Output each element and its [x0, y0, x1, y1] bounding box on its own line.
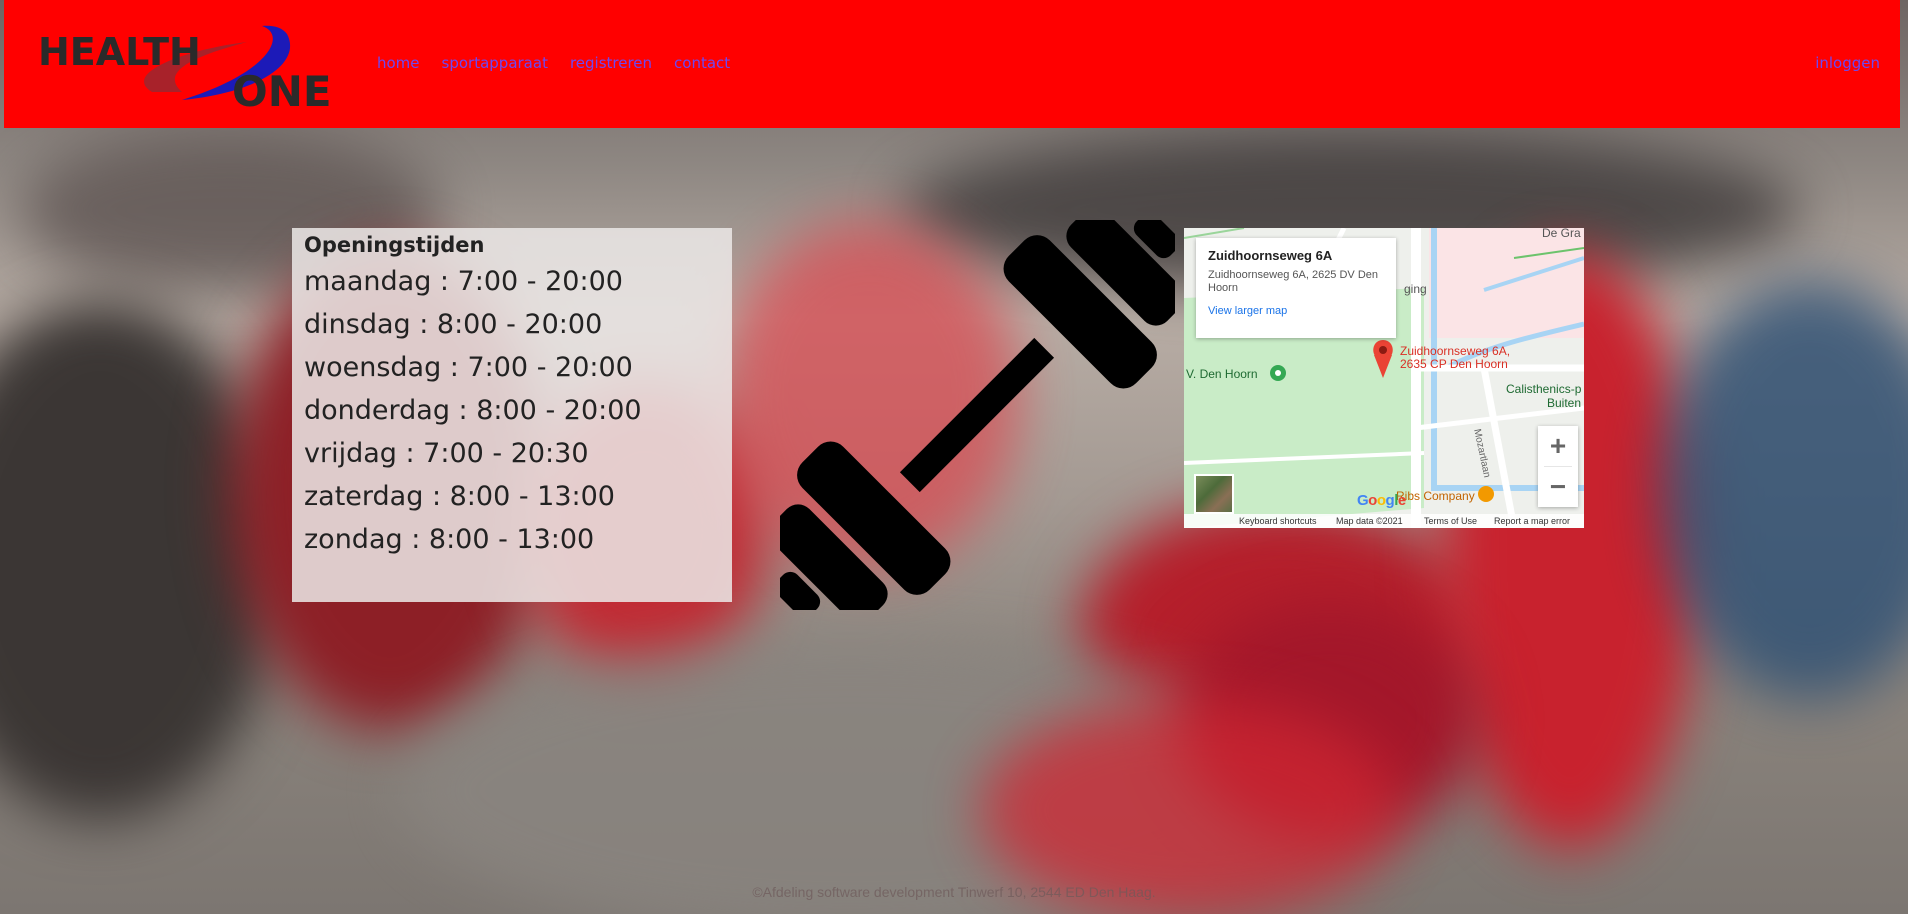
map-place-de-gra: De Gra: [1542, 228, 1581, 240]
map-place-ribs-company: Ribs Company: [1396, 489, 1475, 503]
map-place-buiten: Buiten: [1547, 396, 1582, 410]
report-map-error-link[interactable]: Report a map error: [1494, 516, 1570, 526]
map-data-text: Map data ©2021: [1336, 516, 1403, 526]
map-info-card: Zuidhoornseweg 6A Zuidhoornseweg 6A, 262…: [1196, 238, 1396, 338]
hours-thursday: donderdag : 8:00 - 20:00: [304, 395, 642, 426]
google-logo: Google: [1357, 492, 1406, 509]
site-header: HEALTH ONE home sportapparaat registrere…: [4, 0, 1900, 128]
svg-text:HEALTH: HEALTH: [38, 30, 201, 74]
keyboard-shortcuts-link[interactable]: Keyboard shortcuts: [1239, 516, 1317, 526]
nav-sportapparaat-link[interactable]: sportapparaat: [442, 54, 548, 72]
map-zoom-controls: + −: [1538, 426, 1578, 507]
hours-friday: vrijdag : 7:00 - 20:30: [304, 438, 589, 469]
zoom-out-button[interactable]: −: [1538, 467, 1578, 507]
map-place-den-hoorn: V. Den Hoorn: [1186, 367, 1258, 381]
dumbbell-icon: [769, 207, 1185, 623]
opening-hours-title: Openingstijden: [304, 233, 485, 257]
nav-home-link[interactable]: home: [377, 54, 420, 72]
hours-sunday: zondag : 8:00 - 13:00: [304, 524, 595, 555]
healthone-logo[interactable]: HEALTH ONE: [32, 22, 344, 116]
location-map[interactable]: Zuidhoornseweg 6A Zuidhoornseweg 6A, 262…: [1184, 228, 1584, 528]
nav-contact-link[interactable]: contact: [674, 54, 730, 72]
zoom-in-button[interactable]: +: [1538, 426, 1578, 466]
map-pin-label: Zuidhoornseweg 6A, 2635 CP Den Hoorn: [1400, 344, 1511, 371]
svg-text:ONE: ONE: [232, 67, 332, 108]
nav-registreren-link[interactable]: registreren: [570, 54, 652, 72]
hours-tuesday: dinsdag : 8:00 - 20:00: [304, 309, 603, 340]
opening-hours-panel: Openingstijden maandag : 7:00 - 20:00 di…: [292, 228, 732, 602]
hours-wednesday: woensdag : 7:00 - 20:00: [304, 352, 633, 383]
hours-monday: maandag : 7:00 - 20:00: [304, 266, 623, 297]
opening-hours-list: maandag : 7:00 - 20:00 dinsdag : 8:00 - …: [304, 260, 720, 561]
hours-saturday: zaterdag : 8:00 - 13:00: [304, 481, 615, 512]
map-card-address: Zuidhoornseweg 6A, 2625 DV Den Hoorn: [1208, 269, 1378, 294]
map-attribution-bar: Keyboard shortcuts Map data ©2021 Terms …: [1184, 514, 1584, 528]
login-link[interactable]: inloggen: [1815, 54, 1880, 72]
satellite-view-toggle[interactable]: [1194, 474, 1234, 514]
map-card-title: Zuidhoornseweg 6A: [1208, 248, 1333, 263]
view-larger-map-link[interactable]: View larger map: [1208, 305, 1384, 317]
terms-of-use-link[interactable]: Terms of Use: [1424, 516, 1477, 526]
map-place-ging: ging: [1404, 282, 1427, 296]
map-place-calisthenics: Calisthenics-p: [1506, 382, 1582, 396]
footer-copyright: ©Afdeling software development Tinwerf 1…: [752, 884, 1156, 900]
main-nav: home sportapparaat registreren contact: [377, 54, 730, 72]
